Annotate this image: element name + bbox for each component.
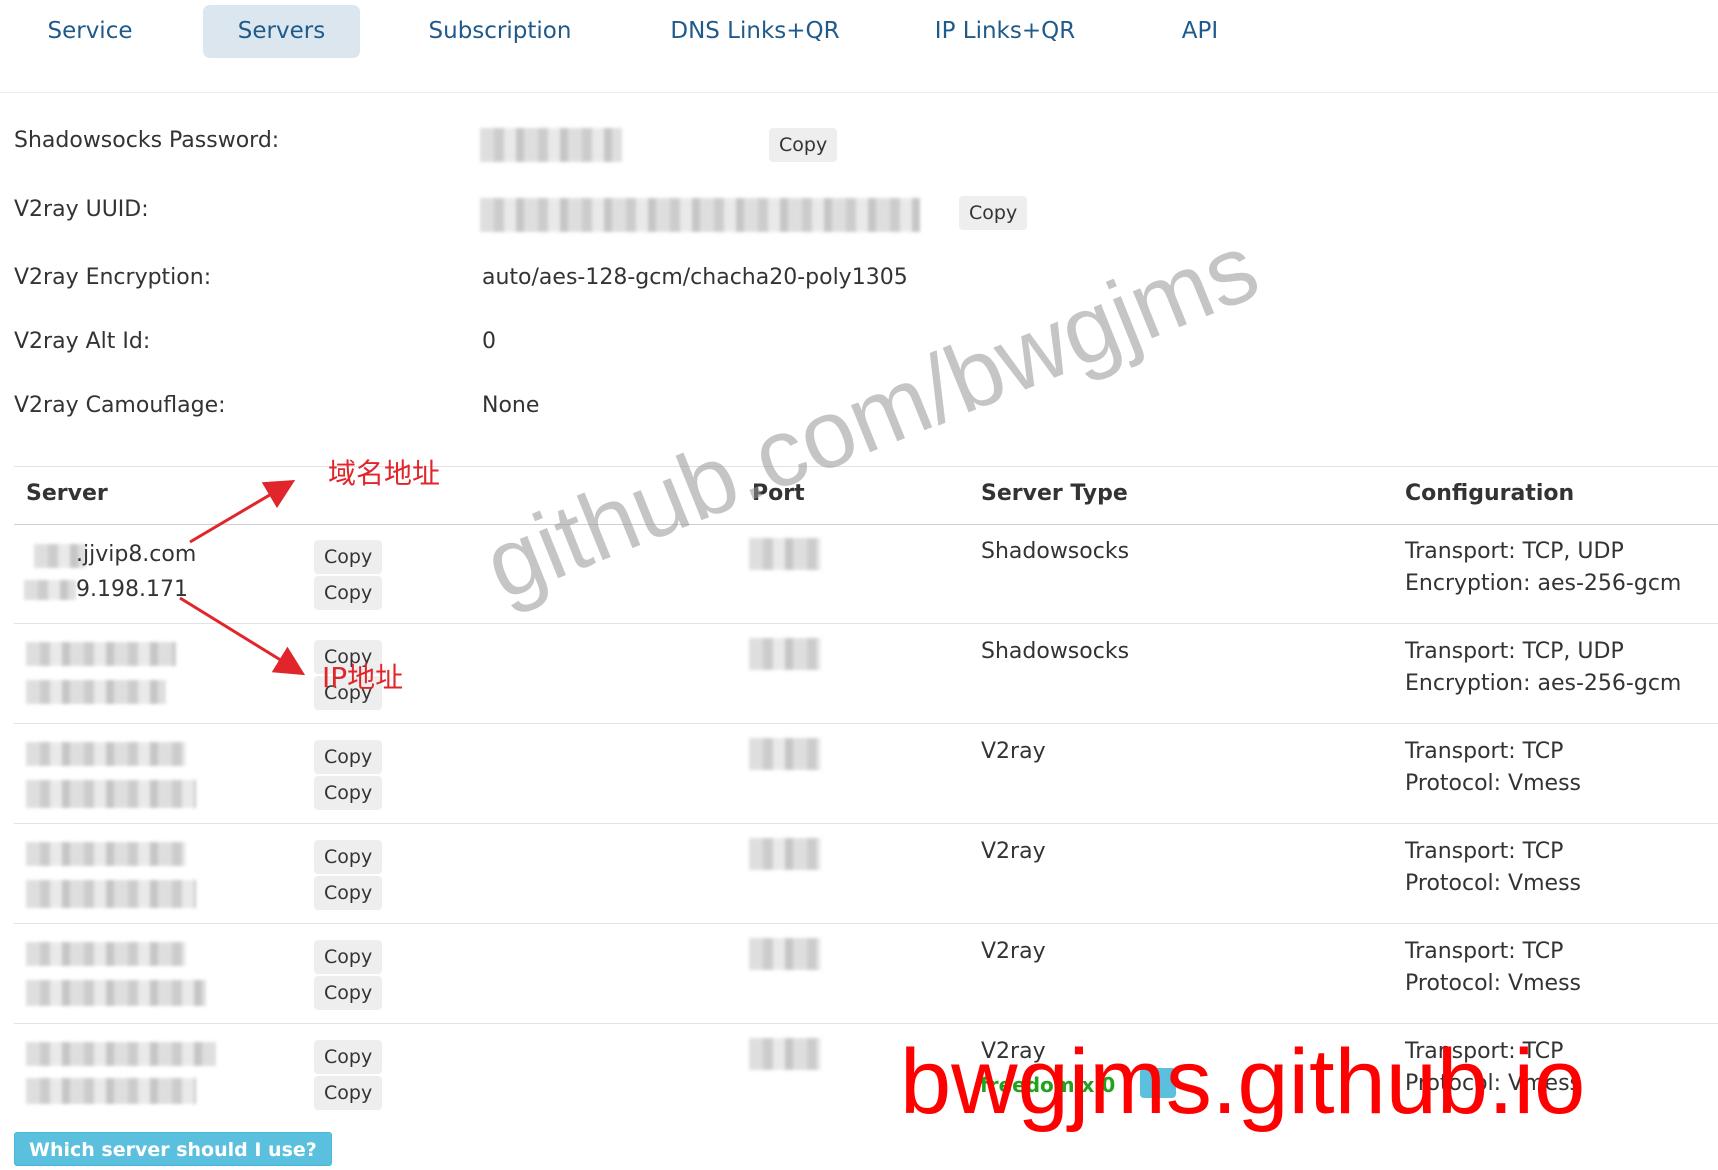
brand-overlay-text: bwgjms.github.io [900, 1031, 1586, 1133]
arrow-to-domain [189, 479, 296, 544]
annotation-ip-address: IP地址 [322, 661, 404, 694]
annotation-domain-address: 域名地址 [328, 457, 441, 490]
annotation-arrows [179, 479, 306, 676]
arrow-to-ip [179, 596, 306, 676]
